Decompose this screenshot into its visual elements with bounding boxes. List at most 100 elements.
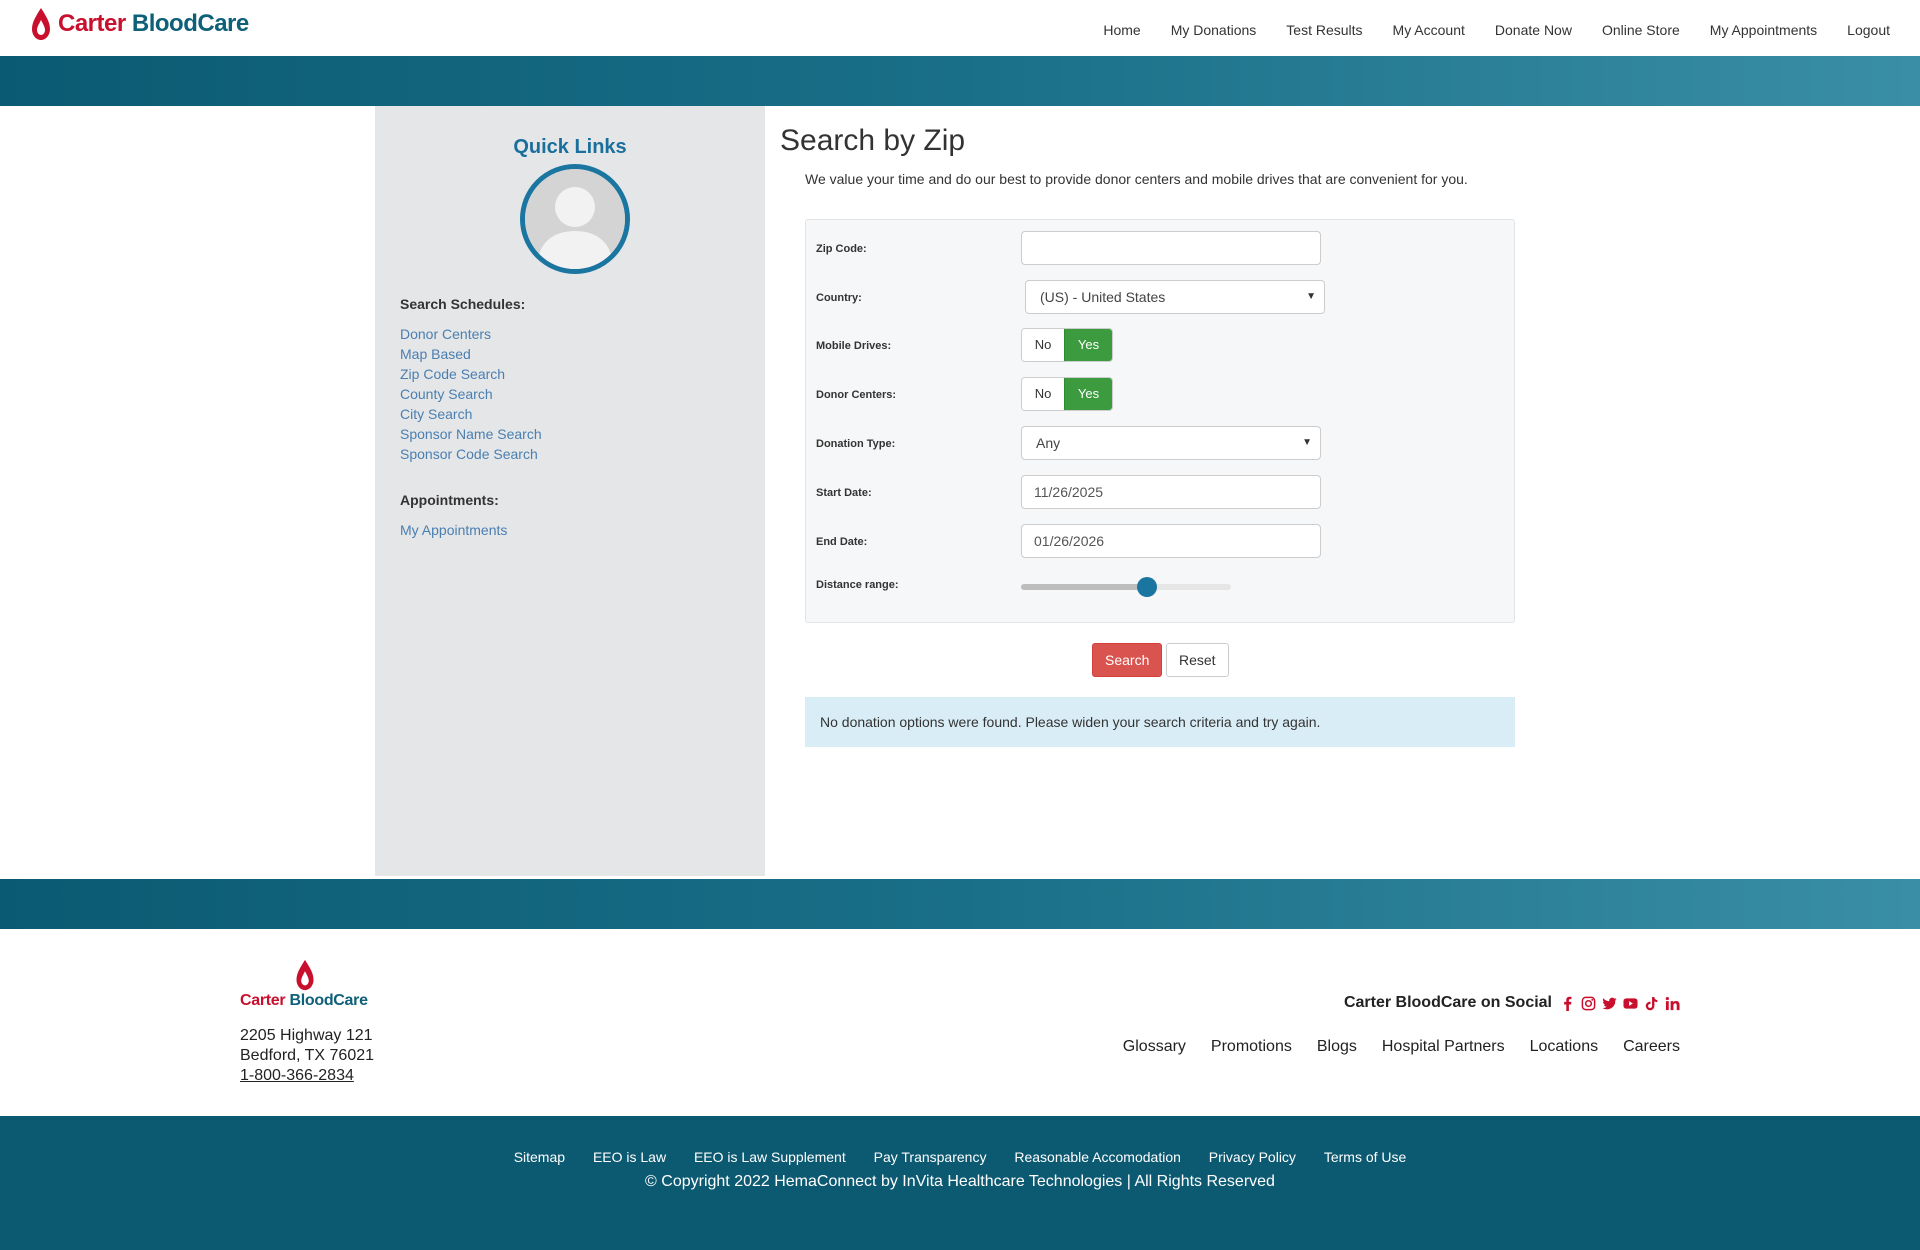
sidebar-link-sponsor-name-search[interactable]: Sponsor Name Search (400, 424, 542, 444)
distance-range-fill (1021, 584, 1147, 590)
footer-link-glossary[interactable]: Glossary (1123, 1038, 1186, 1056)
sidebar-link-donor-centers[interactable]: Donor Centers (400, 324, 542, 344)
phone-link[interactable]: 1-800-366-2834 (240, 1066, 374, 1086)
social-icons (1560, 996, 1680, 1011)
donation-type-label: Donation Type: (816, 438, 896, 450)
footer-brand-name: Carter BloodCare (240, 992, 368, 1009)
facebook-icon[interactable] (1560, 996, 1575, 1011)
distance-range-label: Distance range: (816, 579, 899, 591)
legal-links: Sitemap EEO is Law EEO is Law Supplement… (0, 1149, 1920, 1165)
footer-link-careers[interactable]: Careers (1623, 1038, 1680, 1056)
copyright-text: © Copyright 2022 HemaConnect by InVita H… (645, 1173, 1275, 1190)
distance-range-row: Distance range: (816, 570, 1496, 606)
footer-link-hospital-partners[interactable]: Hospital Partners (1382, 1038, 1505, 1056)
brand-logo[interactable]: Carter BloodCare (28, 6, 249, 42)
donor-centers-no-button[interactable]: No (1022, 378, 1064, 410)
search-schedules-heading: Search Schedules: (400, 296, 526, 312)
legal-link-privacy-policy[interactable]: Privacy Policy (1209, 1149, 1296, 1165)
end-date-input[interactable] (1021, 524, 1321, 558)
sidebar-link-zip-code-search[interactable]: Zip Code Search (400, 364, 542, 384)
address-line-2: Bedford, TX 76021 (240, 1047, 375, 1064)
country-label: Country: (816, 292, 862, 304)
appointments-links: My Appointments (400, 520, 507, 540)
legal-link-sitemap[interactable]: Sitemap (514, 1149, 565, 1165)
social-label: Carter BloodCare on Social (1343, 994, 1552, 1011)
country-row: Country: (US) - United States ▼ (816, 280, 1496, 316)
mobile-drives-label: Mobile Drives: (816, 340, 892, 352)
reset-button[interactable]: Reset (1166, 643, 1229, 677)
nav-logout[interactable]: Logout (1847, 22, 1890, 38)
end-date-row: End Date: (816, 524, 1496, 560)
donation-type-select-value: Any (1036, 435, 1061, 451)
nav-my-appointments[interactable]: My Appointments (1710, 22, 1817, 38)
quick-links-sidebar: Quick Links Search Schedules: Donor Cent… (375, 106, 765, 876)
site-header: Carter BloodCare Home My Donations Test … (0, 0, 1920, 56)
search-schedules-links: Donor Centers Map Based Zip Code Search … (400, 324, 542, 464)
sidebar-link-city-search[interactable]: City Search (400, 404, 542, 424)
search-form: Zip Code: Country: (US) - United States … (805, 219, 1515, 623)
youtube-icon[interactable] (1623, 996, 1638, 1011)
footer-address: 2205 Highway 121 Bedford, TX 76021 1-800… (240, 1026, 374, 1086)
legal-link-terms-of-use[interactable]: Terms of Use (1324, 1149, 1406, 1165)
legal-link-reasonable-accomodation[interactable]: Reasonable Accomodation (1014, 1149, 1181, 1165)
footer-links: Glossary Promotions Blogs Hospital Partn… (1123, 1038, 1680, 1056)
address-line-1: 2205 Highway 121 (240, 1027, 373, 1044)
page-title: Search by Zip (780, 124, 966, 157)
donation-type-row: Donation Type: Any ▼ (816, 426, 1496, 462)
nav-my-account[interactable]: My Account (1393, 22, 1465, 38)
page-description: We value your time and do our best to pr… (805, 171, 1468, 187)
main-nav: Home My Donations Test Results My Accoun… (1073, 22, 1890, 38)
footer-link-blogs[interactable]: Blogs (1317, 1038, 1357, 1056)
legal-link-eeo-is-law[interactable]: EEO is Law (593, 1149, 666, 1165)
chevron-down-icon: ▼ (1302, 437, 1312, 448)
start-date-input[interactable] (1021, 475, 1321, 509)
sidebar-link-map-based[interactable]: Map Based (400, 344, 542, 364)
chevron-down-icon: ▼ (1306, 291, 1316, 302)
donor-centers-label: Donor Centers: (816, 389, 897, 401)
blood-drop-icon (32, 8, 50, 40)
sidebar-link-county-search[interactable]: County Search (400, 384, 542, 404)
start-date-row: Start Date: (816, 475, 1496, 511)
zip-code-row: Zip Code: (816, 231, 1496, 267)
start-date-label: Start Date: (816, 487, 872, 499)
twitter-icon[interactable] (1602, 996, 1617, 1011)
end-date-label: End Date: (816, 536, 868, 548)
search-button[interactable]: Search (1092, 643, 1163, 677)
social-section: Carter BloodCare on Social (1344, 994, 1680, 1012)
nav-online-store[interactable]: Online Store (1602, 22, 1680, 38)
appointments-heading: Appointments: (400, 492, 499, 508)
mobile-drives-yes-button[interactable]: Yes (1064, 329, 1112, 361)
zip-code-input[interactable] (1021, 231, 1321, 265)
distance-range-slider[interactable] (1021, 577, 1231, 597)
nav-test-results[interactable]: Test Results (1286, 22, 1362, 38)
country-select-value: (US) - United States (1040, 289, 1166, 305)
legal-link-eeo-supplement[interactable]: EEO is Law Supplement (694, 1149, 846, 1165)
footer-logo[interactable]: Carter BloodCare (240, 958, 380, 1010)
brand-name: Carter BloodCare (58, 10, 249, 37)
no-results-alert: No donation options were found. Please w… (805, 697, 1515, 747)
country-select[interactable]: (US) - United States ▼ (1025, 280, 1325, 314)
donor-centers-toggle: No Yes (1021, 377, 1113, 411)
blood-drop-icon (296, 959, 314, 991)
footer-link-promotions[interactable]: Promotions (1211, 1038, 1292, 1056)
legal-link-pay-transparency[interactable]: Pay Transparency (874, 1149, 987, 1165)
distance-range-handle[interactable] (1137, 577, 1157, 597)
tiktok-icon[interactable] (1644, 996, 1659, 1011)
donor-centers-row: Donor Centers: No Yes (816, 377, 1496, 413)
donor-centers-yes-button[interactable]: Yes (1064, 378, 1112, 410)
footer-link-locations[interactable]: Locations (1530, 1038, 1599, 1056)
sidebar-link-sponsor-code-search[interactable]: Sponsor Code Search (400, 444, 542, 464)
linkedin-icon[interactable] (1665, 996, 1680, 1011)
quick-links-title: Quick Links (513, 136, 627, 158)
donation-type-select[interactable]: Any ▼ (1021, 426, 1321, 460)
nav-home[interactable]: Home (1103, 22, 1140, 38)
instagram-icon[interactable] (1581, 996, 1596, 1011)
sidebar-link-my-appointments[interactable]: My Appointments (400, 520, 507, 540)
mobile-drives-toggle: No Yes (1021, 328, 1113, 362)
mobile-drives-row: Mobile Drives: No Yes (816, 328, 1496, 364)
mobile-drives-no-button[interactable]: No (1022, 329, 1064, 361)
nav-my-donations[interactable]: My Donations (1171, 22, 1257, 38)
footer-band (0, 879, 1920, 929)
zip-code-label: Zip Code: (816, 243, 867, 255)
nav-donate-now[interactable]: Donate Now (1495, 22, 1572, 38)
